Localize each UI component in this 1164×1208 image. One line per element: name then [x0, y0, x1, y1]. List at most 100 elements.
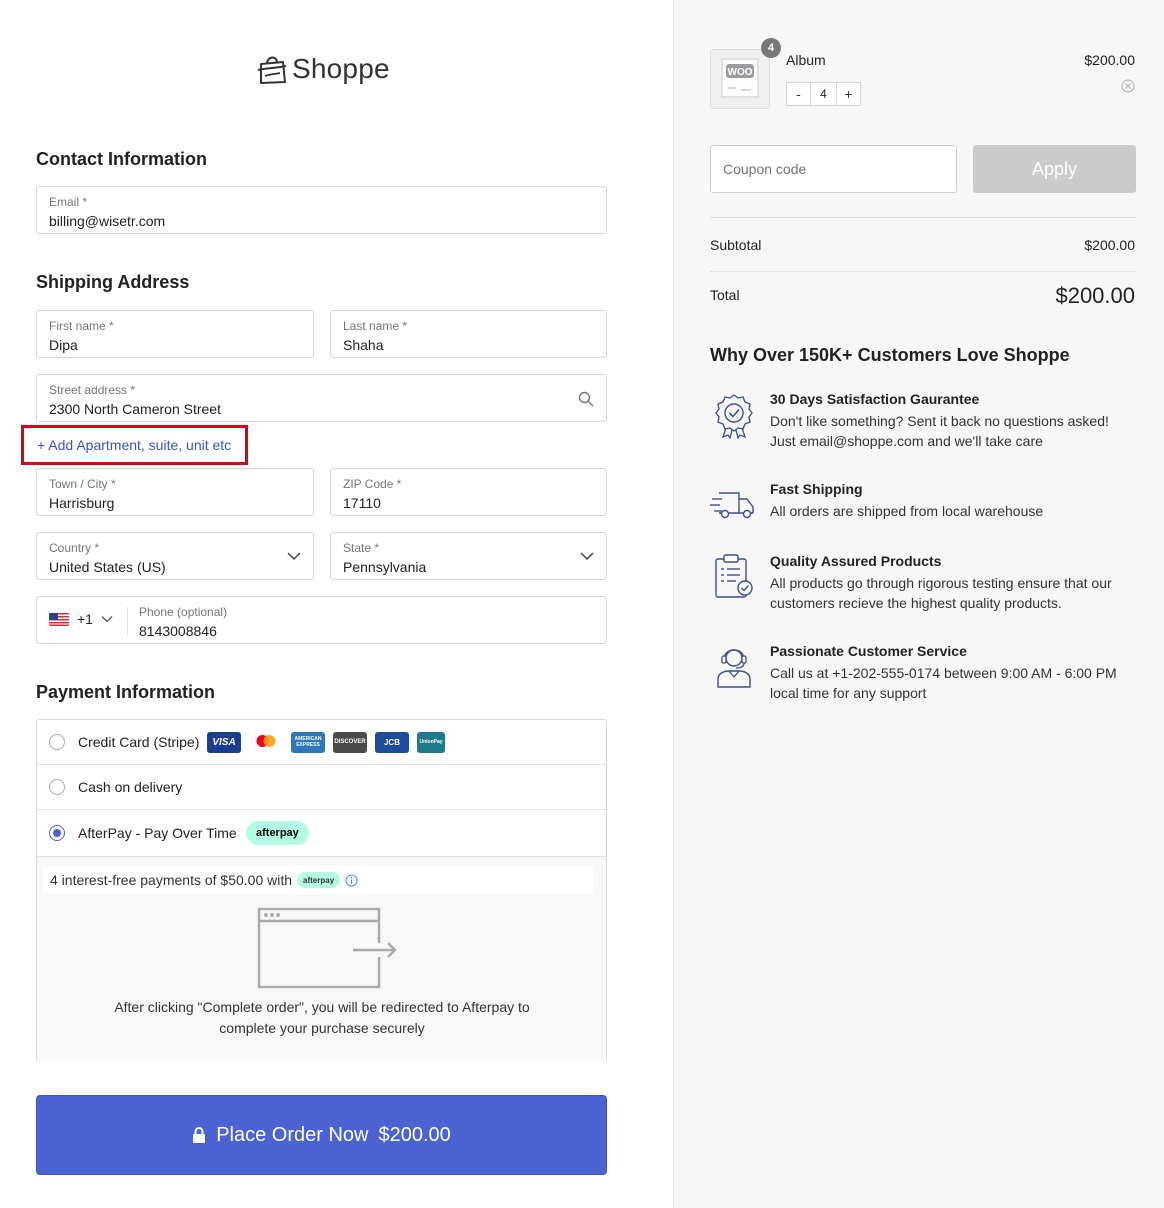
discover-icon: DISCOVER	[333, 731, 367, 753]
subtotal-label: Subtotal	[710, 237, 762, 253]
lock-icon	[193, 1127, 206, 1143]
phone-divider	[127, 607, 128, 635]
street-address-label: Street address *	[49, 383, 136, 397]
summary-divider	[710, 271, 1136, 272]
decrease-quantity-button[interactable]: -	[786, 82, 811, 106]
increase-quantity-button[interactable]: +	[836, 82, 861, 106]
afterpay-installments-text: 4 interest-free payments of $50.00 with	[50, 872, 293, 888]
email-value: billing@wisetr.com	[49, 213, 166, 229]
last-name-label: Last name *	[343, 319, 408, 333]
quantity-stepper[interactable]: - 4 +	[786, 82, 861, 106]
phone-country-code: +1	[77, 611, 93, 627]
remove-item-icon[interactable]	[1121, 79, 1135, 93]
payment-option-cash-on-delivery[interactable]: Cash on delivery	[37, 765, 606, 810]
last-name-field[interactable]: Last name * Shaha	[330, 310, 607, 358]
delivery-truck-icon	[710, 492, 754, 519]
feature-description: Don't like something? Sent it back no qu…	[770, 413, 1109, 449]
afterpay-label: AfterPay - Pay Over Time	[78, 825, 237, 841]
summary-divider	[710, 217, 1136, 218]
country-value: United States (US)	[49, 559, 166, 575]
feature-title: Passionate Customer Service	[770, 643, 967, 659]
payment-methods: Credit Card (Stripe) VISA AMERICAN EXPRE…	[36, 719, 607, 1062]
product-image-icon: WOO	[721, 58, 759, 98]
feature-description: All orders are shipped from local wareho…	[770, 503, 1044, 519]
phone-label: Phone (optional)	[139, 605, 228, 619]
shopping-bag-icon	[257, 56, 287, 84]
checkout-form-panel: Shoppe Contact Information Email * billi…	[0, 0, 673, 1208]
afterpay-mini-badge: afterpay	[297, 872, 341, 888]
afterpay-radio[interactable]	[49, 825, 65, 841]
chevron-down-icon	[101, 616, 113, 623]
feature-title: Fast Shipping	[770, 481, 863, 497]
afterpay-details: 4 interest-free payments of $50.00 with …	[37, 857, 606, 1062]
unionpay-icon: UnionPay	[417, 731, 445, 753]
mastercard-icon	[249, 731, 283, 753]
jcb-icon: JCB	[375, 731, 409, 753]
feature-customer-service: Passionate Customer Service Call us at +…	[710, 643, 1136, 707]
quantity-value[interactable]: 4	[811, 82, 836, 106]
afterpay-badge: afterpay	[246, 821, 309, 845]
customer-support-icon	[717, 649, 751, 688]
brand-logo: Shoppe	[256, 52, 390, 86]
credit-card-radio[interactable]	[49, 734, 65, 750]
city-value: Harrisburg	[49, 495, 115, 511]
zip-code-field[interactable]: ZIP Code * 17110	[330, 468, 607, 516]
chevron-down-icon	[580, 552, 594, 561]
first-name-value: Dipa	[49, 337, 78, 353]
credit-card-label: Credit Card (Stripe)	[78, 734, 200, 750]
brand-name: Shoppe	[292, 53, 390, 84]
street-address-value: 2300 North Cameron Street	[49, 401, 221, 417]
card-logos: VISA AMERICAN EXPRESS DISCOVER JCB Union…	[207, 731, 445, 753]
feature-title: 30 Days Satisfaction Gaurantee	[770, 391, 980, 407]
street-address-field[interactable]: Street address * 2300 North Cameron Stre…	[36, 374, 607, 422]
add-apartment-link[interactable]: + Add Apartment, suite, unit etc	[21, 425, 248, 465]
total-label: Total	[710, 287, 740, 303]
place-order-button[interactable]: Place Order Now $200.00	[36, 1095, 607, 1175]
first-name-field[interactable]: First name * Dipa	[36, 310, 314, 358]
us-flag-icon	[49, 612, 69, 626]
feature-satisfaction: 30 Days Satisfaction Gaurantee Don't lik…	[710, 391, 1136, 455]
city-label: Town / City *	[49, 477, 116, 491]
first-name-label: First name *	[49, 319, 114, 333]
search-icon	[578, 391, 594, 407]
state-value: Pennsylvania	[343, 559, 427, 575]
shipping-section-title: Shipping Address	[36, 272, 190, 292]
product-thumbnail: WOO	[710, 49, 770, 109]
phone-country-code-select[interactable]: +1	[49, 611, 113, 627]
amex-icon: AMERICAN EXPRESS	[291, 731, 325, 753]
coupon-code-input[interactable]	[710, 145, 957, 193]
contact-section-title: Contact Information	[36, 149, 207, 169]
state-select[interactable]: State * Pennsylvania	[330, 532, 607, 580]
payment-section-title: Payment Information	[36, 682, 216, 702]
total-value: $200.00	[1055, 283, 1135, 308]
visa-icon: VISA	[207, 731, 241, 753]
feature-quality-products: Quality Assured Products All products go…	[710, 553, 1136, 617]
feature-description: Call us at +1-202-555-0174 between 9:00 …	[770, 665, 1117, 701]
place-order-amount: $200.00	[378, 1123, 451, 1146]
product-price: $200.00	[1084, 52, 1135, 68]
email-field[interactable]: Email * billing@wisetr.com	[36, 186, 607, 234]
last-name-value: Shaha	[343, 337, 384, 353]
phone-field[interactable]: +1 Phone (optional) 8143008846	[36, 596, 607, 644]
payment-option-afterpay[interactable]: AfterPay - Pay Over Time afterpay	[37, 810, 606, 857]
zip-code-label: ZIP Code *	[343, 477, 402, 491]
apply-coupon-button[interactable]: Apply	[973, 145, 1136, 193]
country-label: Country *	[49, 541, 100, 555]
feature-title: Quality Assured Products	[770, 553, 942, 569]
email-label: Email *	[49, 195, 88, 209]
award-badge-icon	[715, 394, 753, 439]
zip-code-value: 17110	[343, 495, 381, 511]
country-select[interactable]: Country * United States (US)	[36, 532, 314, 580]
feature-description: All products go through rigorous testing…	[770, 575, 1112, 611]
product-name: Album	[786, 52, 826, 68]
clipboard-check-icon	[715, 554, 753, 598]
cash-on-delivery-radio[interactable]	[49, 779, 65, 795]
payment-option-credit-card[interactable]: Credit Card (Stripe) VISA AMERICAN EXPRE…	[37, 720, 606, 765]
quantity-badge: 4	[761, 38, 781, 58]
info-icon[interactable]	[345, 874, 358, 887]
city-field[interactable]: Town / City * Harrisburg	[36, 468, 314, 516]
phone-value: 8143008846	[139, 623, 217, 639]
subtotal-value: $200.00	[1084, 237, 1135, 253]
place-order-label: Place Order Now	[216, 1123, 369, 1146]
why-section-title: Why Over 150K+ Customers Love Shoppe	[710, 345, 1070, 365]
